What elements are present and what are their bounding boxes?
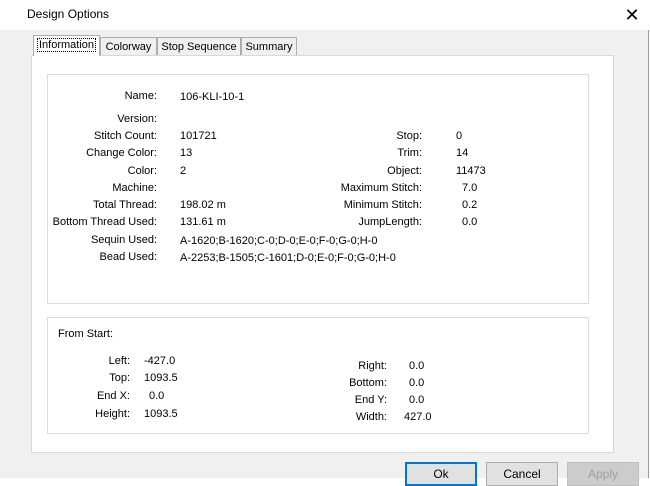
min-stitch-label: Minimum Stitch:: [343, 199, 422, 211]
close-icon[interactable]: ✕: [617, 2, 647, 28]
bottom-label: Bottom:: [349, 377, 387, 389]
object-value: 11473: [456, 165, 486, 177]
tab-summary[interactable]: Summary: [241, 37, 297, 55]
sequin-used-value: A-1620;B-1620;C-0;D-0;E-0;F-0;G-0;H-0: [180, 235, 378, 247]
change-color-label: Change Color:: [86, 147, 157, 159]
end-y-value: 0.0: [409, 394, 425, 406]
max-stitch-value: 7.0: [462, 182, 478, 194]
ok-button[interactable]: Ok: [405, 462, 477, 486]
bead-used-value: A-2253;B-1505;C-1601;D-0;E-0;F-0;G-0;H-0: [180, 252, 396, 264]
tab-stop-sequence-label: Stop Sequence: [161, 41, 237, 53]
right-label: Right:: [358, 360, 387, 372]
window-title: Design Options: [27, 7, 110, 21]
left-label: Left:: [108, 355, 130, 367]
bottom-thread-label: Bottom Thread Used:: [52, 216, 157, 228]
title-bar: Design Options ✕: [0, 0, 649, 30]
color-label: Color:: [127, 165, 157, 177]
tab-colorway-label: Colorway: [105, 41, 152, 53]
height-label: Height:: [95, 408, 130, 420]
name-value: 106-KLI-10-1: [180, 91, 245, 103]
total-thread-label: Total Thread:: [92, 199, 157, 211]
cancel-button[interactable]: Cancel: [486, 462, 558, 486]
min-stitch-value: 0.2: [462, 199, 478, 211]
sequin-used-label: Sequin Used:: [90, 234, 157, 246]
end-y-label: End Y:: [354, 394, 387, 406]
color-value: 2: [180, 165, 187, 177]
bottom-value: 0.0: [409, 377, 425, 389]
left-value: -427.0: [144, 355, 176, 367]
trim-value: 14: [456, 147, 469, 159]
version-label: Version:: [117, 113, 157, 125]
design-options-dialog: Design Options ✕ Information Colorway St…: [0, 0, 649, 486]
bottom-thread-value: 131.61 m: [180, 216, 226, 228]
machine-label: Machine:: [112, 182, 157, 194]
from-start-group: From Start: Left: -427.0 Top: 1093.5 End…: [47, 317, 589, 434]
height-value: 1093.5: [144, 408, 178, 420]
end-x-label: End X:: [96, 390, 130, 402]
name-label: Name:: [124, 90, 157, 102]
max-stitch-label: Maximum Stitch:: [340, 182, 422, 194]
trim-label: Trim:: [397, 147, 422, 159]
tab-information[interactable]: Information: [33, 35, 100, 56]
stop-label: Stop:: [396, 130, 422, 142]
jump-length-value: 0.0: [462, 216, 478, 228]
right-value: 0.0: [409, 360, 425, 372]
information-tab-panel: Name: 106-KLI-10-1 Version: Stitch Count…: [31, 55, 614, 453]
stop-value: 0: [456, 130, 463, 142]
object-label: Object:: [387, 165, 422, 177]
tab-stop-sequence[interactable]: Stop Sequence: [157, 37, 241, 55]
tab-colorway[interactable]: Colorway: [100, 37, 157, 55]
width-value: 427.0: [404, 411, 432, 423]
apply-button[interactable]: Apply: [567, 462, 639, 486]
total-thread-value: 198.02 m: [180, 199, 226, 211]
jump-length-label: JumpLength:: [358, 216, 422, 228]
change-color-value: 13: [180, 147, 193, 159]
bead-used-label: Bead Used:: [99, 251, 157, 263]
stitch-count-value: 101721: [180, 130, 217, 142]
tab-information-label: Information: [36, 38, 97, 52]
tab-summary-label: Summary: [245, 41, 293, 53]
from-start-heading: From Start:: [58, 328, 114, 340]
width-label: Width:: [355, 411, 387, 423]
stitch-count-label: Stitch Count:: [94, 130, 157, 142]
end-x-value: 0.0: [149, 390, 165, 402]
top-value: 1093.5: [144, 372, 178, 384]
top-label: Top:: [109, 372, 130, 384]
information-group: Name: 106-KLI-10-1 Version: Stitch Count…: [47, 74, 589, 304]
